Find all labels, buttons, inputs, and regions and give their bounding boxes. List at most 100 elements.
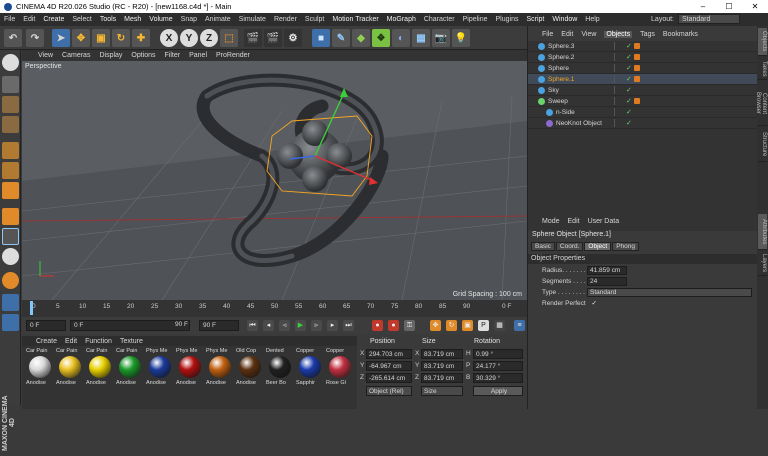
material-menu-edit[interactable]: Edit <box>65 338 77 345</box>
enabled-check-icon[interactable]: ✓ <box>626 119 632 127</box>
undo-icon[interactable]: ↶ <box>4 29 22 47</box>
attr-menu-user-data[interactable]: User Data <box>588 218 620 225</box>
texture-mode-icon[interactable] <box>2 96 19 113</box>
menu-render[interactable]: Render <box>274 16 297 23</box>
side-tab-layers[interactable]: Layers <box>758 252 767 276</box>
object-name[interactable]: Sweep <box>548 98 568 105</box>
object-name[interactable]: Sphere <box>548 65 569 72</box>
objects-menu-edit[interactable]: Edit <box>561 31 573 38</box>
enabled-check-icon[interactable]: ✓ <box>626 75 632 83</box>
visibility-dots-icon[interactable] <box>614 42 622 50</box>
play-icon[interactable]: ▶ <box>295 320 306 331</box>
subdivision-icon[interactable]: ◆ <box>352 29 370 47</box>
visibility-dots-icon[interactable] <box>614 86 622 94</box>
tab-object[interactable]: Object <box>584 242 612 251</box>
menu-snap[interactable]: Snap <box>181 16 197 23</box>
object-name[interactable]: Sky <box>548 87 559 94</box>
next-frame-icon[interactable]: ▹ <box>311 320 322 331</box>
object-row[interactable]: Sweep ✓ <box>528 96 758 107</box>
goto-end-icon[interactable]: ⏭ <box>343 320 354 331</box>
coord-mode-dropdown[interactable]: Object (Rel) <box>366 386 412 396</box>
menu-plugins[interactable]: Plugins <box>496 16 519 23</box>
menu-mesh[interactable]: Mesh <box>124 16 141 23</box>
x-axis-icon[interactable]: X <box>160 29 178 47</box>
enabled-check-icon[interactable]: ✓ <box>626 86 632 94</box>
objects-menu-file[interactable]: File <box>542 31 553 38</box>
magnet-icon[interactable] <box>2 272 19 289</box>
viewport-menu-prorender[interactable]: ProRender <box>216 52 250 59</box>
render-picture-viewer-icon[interactable]: 🎬 <box>264 29 282 47</box>
z-axis-icon[interactable]: Z <box>200 29 218 47</box>
move-icon[interactable]: ✥ <box>72 29 90 47</box>
visibility-dots-icon[interactable] <box>614 119 622 127</box>
render-settings-icon[interactable]: ⚙ <box>284 29 302 47</box>
rotation-b-field[interactable]: 30.329 ° <box>473 373 523 383</box>
menu-mograph[interactable]: MoGraph <box>387 16 416 23</box>
material-menu-function[interactable]: Function <box>85 338 112 345</box>
enabled-check-icon[interactable]: ✓ <box>626 53 632 61</box>
current-frame-field[interactable]: 0 F <box>26 320 66 331</box>
menu-motion-tracker[interactable]: Motion Tracker <box>332 16 378 23</box>
material-swatch[interactable]: Car Pain Anodise <box>26 348 53 386</box>
position-y-field[interactable]: -64.967 cm <box>366 361 412 371</box>
material-swatch[interactable]: Car Pain Anodise <box>86 348 113 386</box>
model-mode-icon[interactable] <box>2 76 19 93</box>
redo-icon[interactable]: ↷ <box>26 29 44 47</box>
object-row[interactable]: Sphere.1 ✓ <box>528 74 758 85</box>
visibility-dots-icon[interactable] <box>614 53 622 61</box>
size-mode-dropdown[interactable]: Size <box>421 386 463 396</box>
apply-button[interactable]: Apply <box>473 386 523 396</box>
floor-icon[interactable]: ▦ <box>412 29 430 47</box>
objects-menu-bookmarks[interactable]: Bookmarks <box>663 31 698 38</box>
menu-simulate[interactable]: Simulate <box>239 16 266 23</box>
menu-help[interactable]: Help <box>585 16 599 23</box>
material-swatch[interactable]: Copper Sapphir <box>296 348 323 386</box>
material-swatch[interactable]: Copper Rose Gl <box>326 348 353 386</box>
close-button[interactable]: ✕ <box>742 0 768 13</box>
tab-coord[interactable]: Coord. <box>555 242 584 251</box>
visibility-dots-icon[interactable] <box>614 108 622 116</box>
key-rotation-icon[interactable]: ↻ <box>446 320 457 331</box>
select-arrow-icon[interactable]: ➤ <box>52 29 70 47</box>
viewport-menu-filter[interactable]: Filter <box>165 52 181 59</box>
minimize-button[interactable]: – <box>690 0 716 13</box>
workplane-icon[interactable] <box>2 294 19 311</box>
visibility-dots-icon[interactable] <box>614 64 622 72</box>
workplane-mode-icon[interactable] <box>2 116 19 133</box>
next-key-icon[interactable]: ▸ <box>327 320 338 331</box>
playhead[interactable] <box>30 301 33 315</box>
object-name[interactable]: Sphere.1 <box>548 76 574 83</box>
visibility-dots-icon[interactable] <box>614 75 622 83</box>
object-name[interactable]: NeoKnot Object <box>556 120 602 127</box>
deformer-icon[interactable]: ◐ <box>392 29 410 47</box>
position-x-field[interactable]: 294.703 cm <box>366 349 412 359</box>
size-y-field[interactable]: 83.719 cm <box>421 361 463 371</box>
make-editable-icon[interactable] <box>2 54 19 71</box>
coordinate-system-icon[interactable]: ⬚ <box>220 29 238 47</box>
side-tab-content-browser[interactable]: Content Browser <box>755 82 767 126</box>
material-tag-icon[interactable] <box>634 43 640 49</box>
type-dropdown[interactable]: Standard <box>587 288 752 297</box>
key-scale-icon[interactable]: ▣ <box>462 320 473 331</box>
size-x-field[interactable]: 83.719 cm <box>421 349 463 359</box>
menu-sculpt[interactable]: Sculpt <box>305 16 324 23</box>
rotation-h-field[interactable]: 0.99 ° <box>473 349 523 359</box>
menu-create[interactable]: Create <box>43 16 64 23</box>
segments-field[interactable]: 24 <box>587 277 627 286</box>
material-swatch[interactable]: Phys Me Anodise <box>176 348 203 386</box>
material-menu-texture[interactable]: Texture <box>120 338 143 345</box>
edges-mode-icon[interactable] <box>2 162 19 179</box>
size-z-field[interactable]: 83.719 cm <box>421 373 463 383</box>
viewport-menu-display[interactable]: Display <box>99 52 122 59</box>
cloner-icon[interactable]: ❖ <box>372 29 390 47</box>
radius-field[interactable]: 41.859 cm <box>587 266 627 275</box>
material-swatch[interactable]: Phys Me Anodise <box>146 348 173 386</box>
material-tag-icon[interactable] <box>634 98 640 104</box>
light-icon[interactable]: 💡 <box>452 29 470 47</box>
material-swatch[interactable]: Car Pain Anodise <box>56 348 83 386</box>
end-frame-field[interactable]: 90 F <box>199 320 239 331</box>
tab-phong[interactable]: Phong <box>612 242 640 251</box>
timeline-ruler[interactable]: 0 5 10 15 20 25 30 35 40 45 50 55 60 65 … <box>22 300 527 317</box>
key-position-icon[interactable]: ✥ <box>430 320 441 331</box>
menu-script[interactable]: Script <box>526 16 544 23</box>
